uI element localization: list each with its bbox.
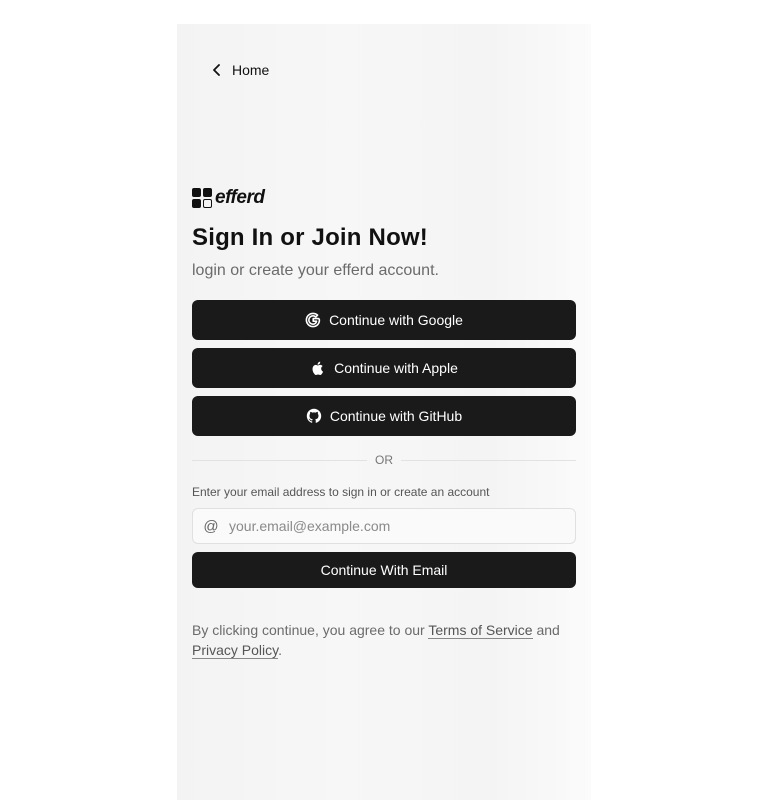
page-title: Sign In or Join Now! xyxy=(192,224,428,251)
or-label: OR xyxy=(375,453,393,467)
email-button-label: Continue With Email xyxy=(320,562,448,578)
legal-middle: and xyxy=(532,622,560,638)
github-icon xyxy=(306,408,322,424)
continue-with-apple-button[interactable]: Continue with Apple xyxy=(192,348,576,388)
chevron-left-icon xyxy=(212,64,222,76)
privacy-policy-link[interactable]: Privacy Policy xyxy=(192,642,279,659)
legal-notice: By clicking continue, you agree to our T… xyxy=(192,620,576,660)
divider-line-left xyxy=(192,459,367,461)
at-icon: @ xyxy=(203,517,219,535)
legal-suffix: . xyxy=(278,642,282,658)
divider-line-right xyxy=(401,459,576,461)
or-divider: OR xyxy=(192,450,576,470)
google-icon xyxy=(305,312,321,328)
brand-name: efferd xyxy=(215,187,265,208)
continue-with-google-button[interactable]: Continue with Google xyxy=(192,300,576,340)
legal-prefix: By clicking continue, you agree to our xyxy=(192,622,429,638)
continue-with-email-button[interactable]: Continue With Email xyxy=(192,552,576,588)
brand-logo: efferd xyxy=(192,187,265,209)
page-subtitle: login or create your efferd account. xyxy=(192,262,439,279)
google-button-label: Continue with Google xyxy=(329,312,463,328)
email-field-wrapper: @ xyxy=(192,508,576,544)
email-field[interactable] xyxy=(229,509,575,543)
logo-mark-icon xyxy=(192,188,212,208)
continue-with-github-button[interactable]: Continue with GitHub xyxy=(192,396,576,436)
email-hint: Enter your email address to sign in or c… xyxy=(192,485,490,499)
terms-of-service-link[interactable]: Terms of Service xyxy=(428,622,533,639)
github-button-label: Continue with GitHub xyxy=(329,408,463,424)
home-link[interactable]: Home xyxy=(212,60,269,80)
home-link-label: Home xyxy=(232,62,270,78)
apple-icon xyxy=(310,360,326,376)
apple-button-label: Continue with Apple xyxy=(334,360,458,376)
